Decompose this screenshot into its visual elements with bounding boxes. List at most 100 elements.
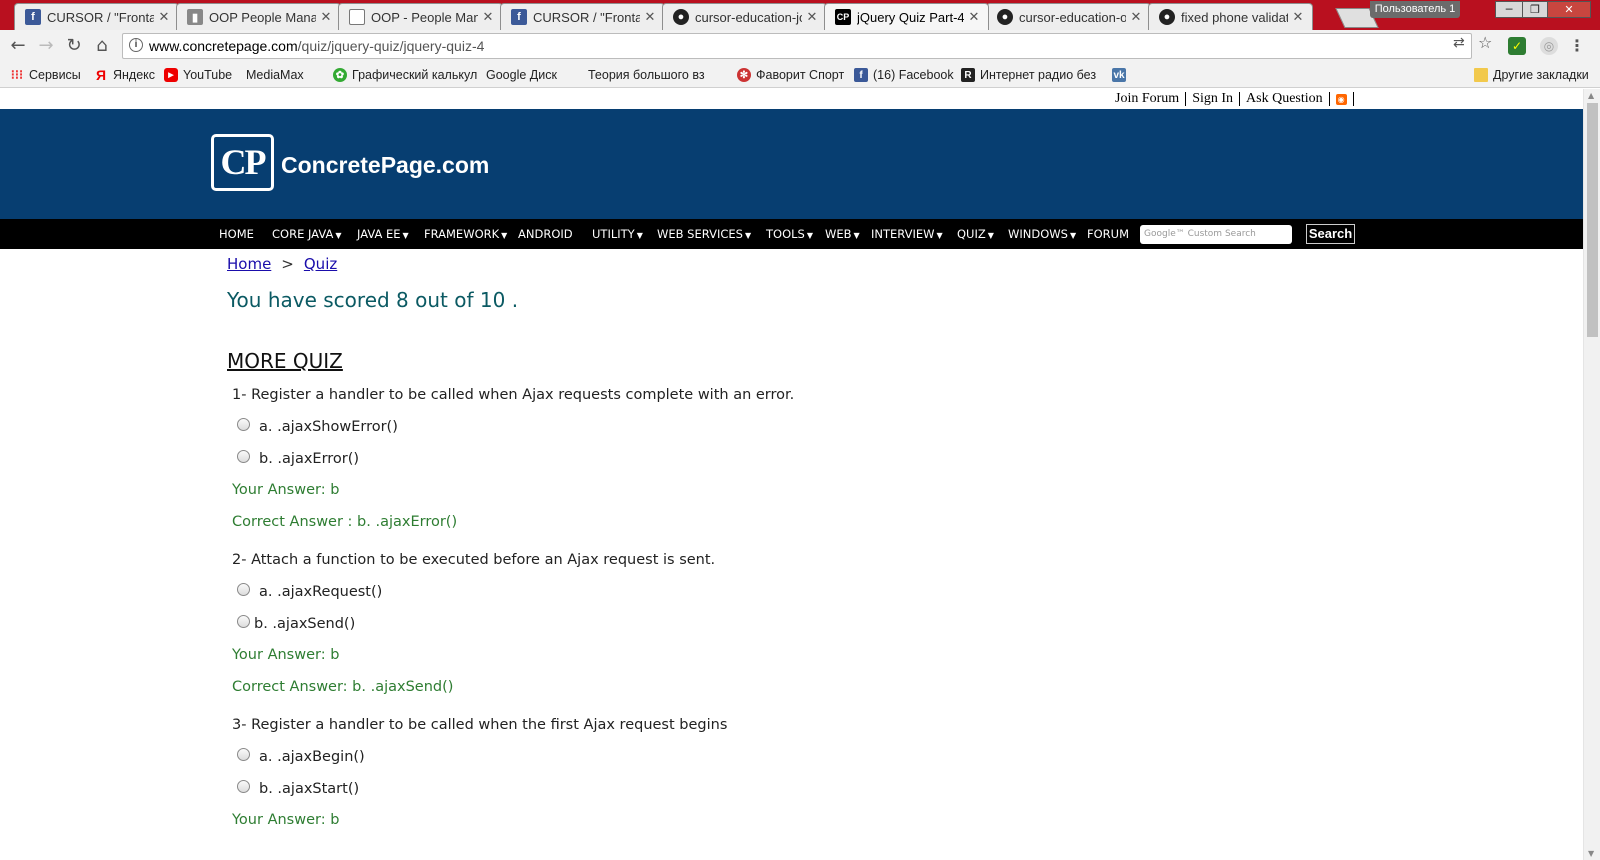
window-close-icon[interactable]: ✕ <box>1547 1 1591 18</box>
restore-icon[interactable]: ❐ <box>1522 1 1548 18</box>
bookmark-favorit[interactable]: ✻ Фаворит Спорт <box>737 66 844 84</box>
apps-icon: ⁝⁝⁝ <box>10 67 24 82</box>
nav-java-ee[interactable]: JAVA EE ▼ <box>357 219 409 249</box>
answer-option[interactable]: b. .ajaxError() <box>237 449 359 467</box>
answer-option[interactable]: a. .ajaxShowError() <box>237 417 398 435</box>
radio-button[interactable] <box>237 449 250 463</box>
site-logo-text[interactable]: ConcretePage.com <box>281 152 489 179</box>
bookmark-label: Сервисы <box>29 68 81 82</box>
answer-option[interactable]: b. .ajaxStart() <box>237 779 359 797</box>
your-answer: Your Answer: b <box>232 812 340 828</box>
join-forum-link[interactable]: Join Forum <box>1115 91 1179 107</box>
close-icon[interactable]: ✕ <box>968 9 980 25</box>
extension-icon[interactable]: ✓ <box>1508 37 1526 55</box>
bookmark-radio[interactable]: R Интернет радио без <box>961 66 1096 84</box>
bookmark-label: Фаворит Спорт <box>756 68 845 82</box>
scrollbar-thumb[interactable] <box>1587 103 1598 337</box>
bookmark-google-drive[interactable]: Google Диск <box>486 66 557 169</box>
github-icon: ● <box>673 9 689 25</box>
nav-tools[interactable]: TOOLS ▼ <box>766 219 813 249</box>
bookmark-label: Яндекс <box>113 68 156 82</box>
close-icon[interactable]: ✕ <box>806 9 818 25</box>
minimize-icon[interactable]: ─ <box>1495 1 1523 18</box>
search-button[interactable]: Search <box>1306 224 1355 244</box>
nav-windows[interactable]: WINDOWS ▼ <box>1008 219 1076 249</box>
browser-tab[interactable]: ● cursor-education-o ✕ <box>986 3 1151 30</box>
bookmark-facebook[interactable]: f (16) Facebook <box>854 66 954 84</box>
nav-utility[interactable]: UTILITY ▼ <box>592 219 643 249</box>
scroll-down-icon[interactable]: ▼ <box>1588 849 1594 858</box>
radio-button[interactable] <box>237 779 250 793</box>
nav-web-services[interactable]: WEB SERVICES ▼ <box>657 219 751 249</box>
browser-tab[interactable]: ▮ OOP People Manag ✕ <box>176 3 341 30</box>
site-logo-mark[interactable]: CP <box>211 134 274 191</box>
nav-android[interactable]: ANDROID <box>518 219 573 249</box>
reload-icon[interactable]: ↻ <box>62 34 86 58</box>
caret-down-icon: ▼ <box>936 231 943 240</box>
facebook-icon: f <box>854 68 868 82</box>
facebook-icon: f <box>25 9 41 25</box>
radio-button[interactable] <box>237 417 250 431</box>
bookmark-theory[interactable]: Теория большого вз <box>588 66 705 169</box>
bookmark-yandex[interactable]: Я Яндекс <box>94 66 155 84</box>
scroll-up-icon[interactable]: ▲ <box>1588 91 1594 100</box>
close-icon[interactable]: ✕ <box>1130 9 1142 25</box>
breadcrumb-separator: > <box>281 255 294 273</box>
browser-tab[interactable]: ● fixed phone validati ✕ <box>1148 3 1313 30</box>
page-scrollbar[interactable]: ▲ ▼ <box>1583 89 1600 860</box>
bookmark-label: Другие закладки <box>1493 68 1589 82</box>
site-info-icon[interactable]: i <box>129 38 143 52</box>
nav-core-java[interactable]: CORE JAVA ▼ <box>272 219 341 249</box>
translate-icon[interactable]: ⇄ <box>1453 35 1465 51</box>
close-icon[interactable]: ✕ <box>320 9 332 25</box>
nav-forum[interactable]: FORUM <box>1087 219 1129 249</box>
chrome-menu-icon[interactable]: ⋮ <box>1568 37 1586 55</box>
other-bookmarks[interactable]: Другие закладки <box>1474 66 1589 84</box>
nav-home[interactable]: HOME <box>219 219 254 249</box>
sign-in-link[interactable]: Sign In <box>1192 91 1233 107</box>
bookmarks-bar: ⁝⁝⁝ Сервисы Я Яндекс ▶ YouTube MediaMax ✿ Гр… <box>0 62 1600 169</box>
browser-tab[interactable]: OOP - People Mana ✕ <box>338 3 503 30</box>
radio-button[interactable] <box>237 582 250 596</box>
close-icon[interactable]: ✕ <box>482 9 494 25</box>
profile-button[interactable]: Пользователь 1 <box>1370 1 1460 18</box>
bookmark-calculator[interactable]: ✿ Графический калькул <box>333 66 477 84</box>
answer-option[interactable]: a. .ajaxRequest() <box>237 582 382 600</box>
breadcrumb-quiz-link[interactable]: Quiz <box>304 255 337 273</box>
ask-question-link[interactable]: Ask Question <box>1246 91 1323 107</box>
browser-tab[interactable]: f CURSOR / "Frontast ✕ <box>14 3 179 30</box>
correct-answer: Correct Answer : b. .ajaxError() <box>232 514 458 530</box>
bookmark-vk[interactable]: vk <box>1112 66 1131 84</box>
bookmark-star-icon[interactable]: ☆ <box>1478 33 1492 52</box>
trello-icon: ▮ <box>187 9 203 25</box>
browser-tab-active[interactable]: CP jQuery Quiz Part-4 ✕ <box>824 3 989 30</box>
rss-icon[interactable]: ◉ <box>1335 93 1347 105</box>
nav-quiz[interactable]: QUIZ ▼ <box>957 219 994 249</box>
answer-option[interactable]: b. .ajaxSend() <box>237 614 355 632</box>
tab-title: fixed phone validati <box>1181 9 1288 25</box>
back-icon[interactable]: ← <box>6 34 30 58</box>
bookmark-youtube[interactable]: ▶ YouTube <box>164 66 232 84</box>
radio-button[interactable] <box>237 747 250 761</box>
breadcrumb-home-link[interactable]: Home <box>227 255 271 273</box>
nav-web[interactable]: WEB ▼ <box>825 219 860 249</box>
close-icon[interactable]: ✕ <box>158 9 170 25</box>
tab-title: CURSOR / "Frontast <box>533 9 640 25</box>
nav-interview[interactable]: INTERVIEW ▼ <box>871 219 943 249</box>
home-icon[interactable]: ⌂ <box>90 34 114 58</box>
browser-tab[interactable]: f CURSOR / "Frontast ✕ <box>500 3 665 30</box>
extension-icon[interactable]: ◎ <box>1540 37 1558 55</box>
bookmark-apps[interactable]: ⁝⁝⁝ Сервисы <box>10 66 81 84</box>
main-nav: HOME CORE JAVA ▼ JAVA EE ▼ FRAMEWORK ▼ ANDR… <box>0 219 1583 249</box>
more-quiz-heading[interactable]: MORE QUIZ <box>227 349 343 373</box>
forward-icon[interactable]: → <box>34 34 58 58</box>
nav-framework[interactable]: FRAMEWORK ▼ <box>424 219 507 249</box>
site-search-input[interactable]: Google™ Custom Search <box>1140 225 1292 244</box>
close-icon[interactable]: ✕ <box>644 9 656 25</box>
address-bar[interactable]: i www.concretepage.com/quiz/jquery-quiz/… <box>122 33 1472 59</box>
browser-tab[interactable]: ● cursor-education-jo ✕ <box>662 3 827 30</box>
radio-button[interactable] <box>237 614 250 628</box>
close-icon[interactable]: ✕ <box>1292 9 1304 25</box>
answer-option[interactable]: a. .ajaxBegin() <box>237 747 365 765</box>
bookmark-mediamax[interactable]: MediaMax <box>246 66 304 169</box>
